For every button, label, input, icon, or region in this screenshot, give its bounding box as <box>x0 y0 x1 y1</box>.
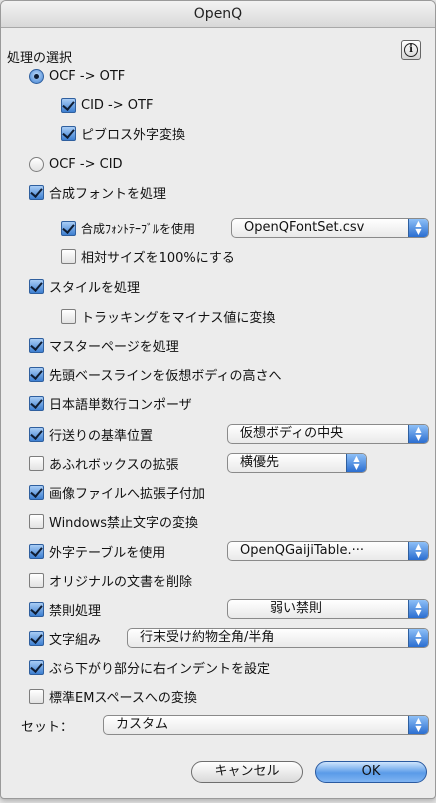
leading-base-popup[interactable]: 仮想ボディの中央 ▲ ▼ <box>227 424 429 444</box>
checkbox-first-baseline[interactable]: 先頭ベースラインを仮想ボディの高さへ <box>29 364 281 384</box>
popup-arrows-icon: ▲ ▼ <box>408 629 428 647</box>
popup-arrows-icon: ▲ ▼ <box>408 600 428 618</box>
checkbox[interactable] <box>29 484 44 500</box>
info-button[interactable]: i <box>401 40 421 60</box>
checkbox-cid-to-otf[interactable]: CID -> OTF <box>61 95 153 115</box>
checkbox-style-process[interactable]: スタイルを処理 <box>29 276 140 296</box>
checkbox[interactable] <box>29 688 44 704</box>
checkbox-gaiji-table[interactable]: 外字テーブルを使用 <box>29 541 165 561</box>
checkbox[interactable] <box>29 630 44 646</box>
radio-ocf-to-cid[interactable]: OCF -> CID <box>29 154 123 174</box>
checkbox-tracking-negative[interactable]: トラッキングをマイナス値に変換 <box>61 306 275 326</box>
checkbox-master-page[interactable]: マスターページを処理 <box>29 335 179 355</box>
checkbox[interactable] <box>29 601 44 617</box>
overflow-box-popup[interactable]: 横優先 ▲ ▼ <box>227 453 367 473</box>
info-icon: i <box>404 43 418 57</box>
checkbox[interactable] <box>29 572 44 588</box>
checkbox-pictos-gaiji[interactable]: ピブロス外字変換 <box>61 123 185 143</box>
window-title: OpenQ <box>1 1 435 28</box>
popup-arrows-icon: ▲ ▼ <box>408 716 428 734</box>
checkbox[interactable] <box>29 455 44 471</box>
ok-button[interactable]: OK <box>315 761 427 783</box>
popup-arrows-icon: ▲ ▼ <box>346 454 366 472</box>
checkbox[interactable] <box>29 513 44 529</box>
checkbox[interactable] <box>29 659 44 675</box>
checkbox[interactable] <box>61 97 76 113</box>
checkbox-leading-base[interactable]: 行送りの基準位置 <box>29 424 153 444</box>
checkbox-hanging-indent[interactable]: ぶら下がり部分に右インデントを設定 <box>29 657 270 677</box>
checkbox[interactable] <box>29 366 44 382</box>
checkbox[interactable] <box>29 184 44 200</box>
cancel-button[interactable]: キャンセル <box>191 761 303 783</box>
radio-ocf-to-otf[interactable]: OCF -> OTF <box>29 66 125 86</box>
checkbox[interactable] <box>61 248 76 264</box>
checkbox-overflow-box[interactable]: あふれボックスの拡張 <box>29 453 179 473</box>
checkbox-windows-forbidden[interactable]: Windows禁止文字の変換 <box>29 511 198 531</box>
composite-table-popup[interactable]: OpenQFontSet.csv ▲ ▼ <box>231 218 429 238</box>
set-label: セット： <box>21 719 74 735</box>
checkbox-image-extension[interactable]: 画像ファイルへ拡張子付加 <box>29 482 205 502</box>
popup-arrows-icon: ▲ ▼ <box>408 542 428 560</box>
checkbox-kinsoku[interactable]: 禁則処理 <box>29 599 101 619</box>
checkbox[interactable] <box>61 125 76 141</box>
section-label: 処理の選択 <box>7 51 73 66</box>
popup-arrows-icon: ▲ ▼ <box>408 425 428 443</box>
checkbox[interactable] <box>29 426 44 442</box>
popup-arrows-icon: ▲ ▼ <box>408 219 428 237</box>
kinsoku-popup[interactable]: 弱い禁則 ▲ ▼ <box>227 599 429 619</box>
checkbox-use-composite-table[interactable]: 合成ﾌｫﾝﾄﾃｰﾌﾞﾙを使用 <box>61 218 195 238</box>
checkbox[interactable] <box>29 543 44 559</box>
radio-button[interactable] <box>29 68 44 84</box>
openq-dialog: OpenQ 処理の選択 i OCF -> OTF CID -> OTF ピブロス… <box>0 0 436 799</box>
checkbox[interactable] <box>29 337 44 353</box>
set-popup[interactable]: カスタム ▲ ▼ <box>103 715 429 735</box>
mojigumi-popup[interactable]: 行末受け約物全角/半角 ▲ ▼ <box>127 628 429 648</box>
checkbox-japanese-composer[interactable]: 日本語単数行コンポーザ <box>29 393 192 413</box>
checkbox[interactable] <box>29 278 44 294</box>
checkbox[interactable] <box>29 395 44 411</box>
radio-button[interactable] <box>29 156 44 172</box>
checkbox-composite-font[interactable]: 合成フォントを処理 <box>29 182 166 202</box>
checkbox-relative-size[interactable]: 相対サイズを100%にする <box>61 246 235 266</box>
gaiji-table-popup[interactable]: OpenQGaijiTable.··· ▲ ▼ <box>227 541 429 561</box>
checkbox-delete-original[interactable]: オリジナルの文書を削除 <box>29 570 192 590</box>
checkbox-mojigumi[interactable]: 文字組み <box>29 628 101 648</box>
checkbox[interactable] <box>61 220 76 236</box>
checkbox-em-space[interactable]: 標準EMスペースへの変換 <box>29 686 197 706</box>
checkbox[interactable] <box>61 308 76 324</box>
